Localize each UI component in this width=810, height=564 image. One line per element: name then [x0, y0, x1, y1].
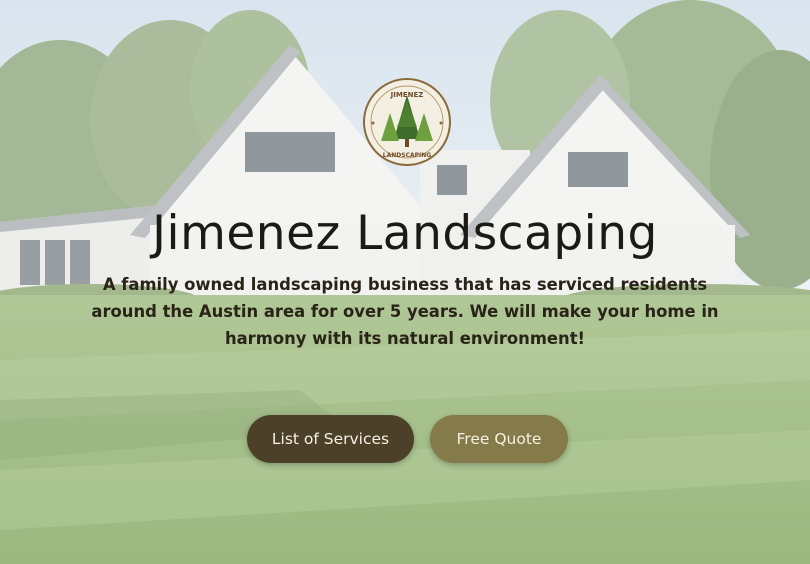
free-quote-button[interactable]: Free Quote: [430, 415, 568, 463]
hero-tagline: A family owned landscaping business that…: [91, 275, 719, 348]
hero-section: JIMENEZ LANDSCAPING Jimenez Landscaping …: [0, 0, 810, 564]
list-of-services-button[interactable]: List of Services: [247, 415, 414, 463]
page-title: Jimenez Landscaping: [152, 206, 658, 261]
company-logo: JIMENEZ LANDSCAPING: [363, 78, 451, 166]
hero-content: JIMENEZ LANDSCAPING Jimenez Landscaping …: [0, 0, 810, 564]
logo-text-bottom: LANDSCAPING: [383, 152, 431, 159]
